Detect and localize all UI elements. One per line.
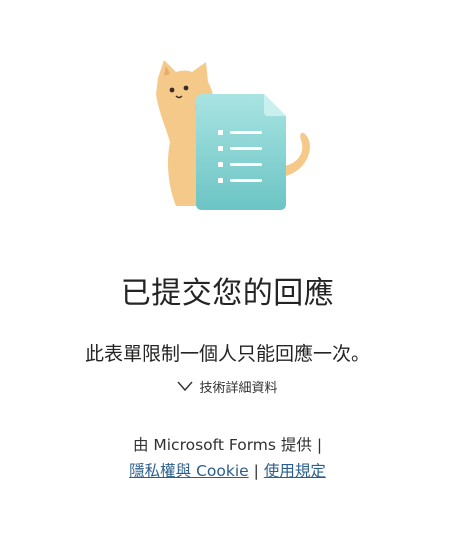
technical-details-label: 技術詳細資料 [199, 380, 278, 396]
cat-eye-left [169, 87, 175, 93]
footer-separator: | [253, 462, 259, 480]
chevron-down-icon [177, 381, 194, 392]
cat-with-form-illustration [156, 60, 310, 210]
confirmation-page: 已提交您的回應 此表單限制一個人只能回應一次。 技術詳細資料 由 Microso… [0, 0, 455, 553]
technical-details-toggle[interactable]: 技術詳細資料 [0, 374, 455, 398]
footer: 由 Microsoft Forms 提供 | 隱私權與 Cookie | 使用規… [0, 432, 455, 484]
document-fold [264, 94, 286, 116]
privacy-cookie-link[interactable]: 隱私權與 Cookie [129, 462, 249, 480]
cat-tail [284, 132, 310, 176]
response-limit-message: 此表單限制一個人只能回應一次。 [84, 343, 370, 365]
powered-by-text: 由 Microsoft Forms 提供 | [132, 436, 323, 454]
footer-links: 隱私權與 Cookie | 使用規定 [0, 458, 455, 484]
terms-of-use-link[interactable]: 使用規定 [264, 462, 326, 480]
page-title: 已提交您的回應 [120, 276, 335, 311]
cat-eye-right [183, 85, 189, 91]
